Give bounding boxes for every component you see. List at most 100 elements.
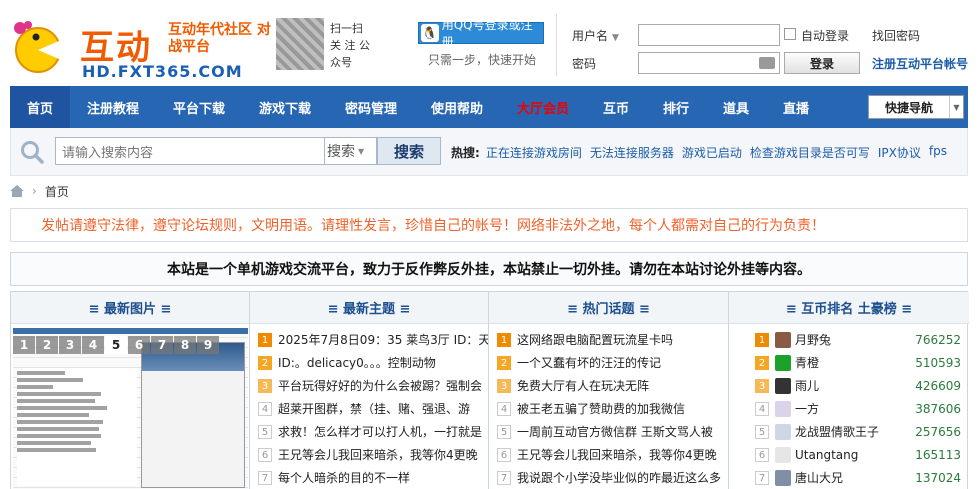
- list-item[interactable]: 6 王兄等会儿我回来暗杀，我等你4更晚: [497, 443, 728, 466]
- slide-page-button[interactable]: 2: [36, 336, 58, 354]
- user-name[interactable]: 月野兔: [795, 331, 831, 348]
- list-item[interactable]: 5 一周前互动官方微信群 王斯文骂人被: [497, 420, 728, 443]
- nav-item-items[interactable]: 道具: [706, 86, 766, 128]
- nav-item-platform-download[interactable]: 平台下载: [156, 86, 242, 128]
- user-name[interactable]: 青橙: [795, 354, 819, 371]
- coin-score: 510593: [915, 355, 961, 370]
- list-item[interactable]: 4 超莱开图群，禁（挂、赌、强退、游: [258, 397, 488, 420]
- rank-badge: 2: [497, 355, 511, 370]
- list-item[interactable]: 2 ID:。delicacy0。。。控制动物: [258, 351, 488, 374]
- qq-login-button[interactable]: 🐧 用QQ号登录或注册: [418, 18, 544, 49]
- panel-title: ≡ 热门话题 ≡: [489, 292, 728, 324]
- quick-nav-dropdown[interactable]: 快捷导航 ▼: [868, 95, 964, 119]
- hot-search-term[interactable]: fps: [929, 144, 947, 161]
- nav-item-ranking[interactable]: 排行: [646, 86, 706, 128]
- home-icon[interactable]: [10, 185, 24, 197]
- ranking-row[interactable]: 4 一方 387606: [747, 397, 969, 420]
- hot-search-term[interactable]: 检查游戏目录是否可写: [750, 144, 870, 161]
- slide-page-button-active[interactable]: 5: [105, 336, 127, 354]
- nav-item-vip[interactable]: 大厅会员: [500, 86, 586, 128]
- username-input[interactable]: [638, 24, 780, 46]
- list-item[interactable]: 7 我说跟个小学没毕业似的咋最近这么多: [497, 466, 728, 489]
- hot-search-list: 热搜: 正在连接游戏房间 无法连接服务器 游戏已启动 检查游戏目录是否可写 IP…: [451, 144, 947, 161]
- register-link[interactable]: 注册互动平台帐号: [872, 55, 968, 72]
- header-divider: [556, 14, 557, 76]
- hot-search-term[interactable]: 游戏已启动: [682, 144, 742, 161]
- slide-page-button[interactable]: 6: [128, 336, 150, 354]
- rank-badge: 6: [755, 447, 769, 462]
- rank-badge: 7: [755, 470, 769, 485]
- list-item[interactable]: 1 这网络跟电脑配置玩流星卡吗: [497, 328, 728, 351]
- slide-page-button[interactable]: 4: [82, 336, 104, 354]
- slide-page-button[interactable]: 1: [13, 336, 35, 354]
- breadcrumb-home[interactable]: 首页: [45, 183, 69, 200]
- password-input[interactable]: [638, 52, 780, 74]
- user-name[interactable]: 雨儿: [795, 377, 819, 394]
- keyboard-icon[interactable]: [759, 57, 775, 69]
- user-name[interactable]: Utangtang: [795, 448, 858, 462]
- ranking-row[interactable]: 2 青橙 510593: [747, 351, 969, 374]
- hot-topics-panel: ≡ 热门话题 ≡ 1 这网络跟电脑配置玩流星卡吗 2 一个又蠢有坏的汪汪的传记 3免…: [489, 292, 729, 489]
- avatar: [775, 331, 791, 348]
- list-item[interactable]: 3 平台玩得好好的为什么会被踢？强制会: [258, 374, 488, 397]
- ranking-row[interactable]: 6 Utangtang 165113: [747, 443, 969, 466]
- user-name[interactable]: 龙战盟倩歌王子: [795, 423, 879, 440]
- ranking-row[interactable]: 3 雨儿 426609: [747, 374, 969, 397]
- user-name[interactable]: 一方: [795, 400, 819, 417]
- rank-badge: 1: [497, 332, 511, 347]
- rank-badge: 2: [755, 355, 769, 370]
- slide-page-button[interactable]: 9: [197, 336, 219, 354]
- latest-topics-panel: ≡ 最新主题 ≡ 1 2025年7月8日09：35 莱鸟3厅 ID：天 2 ID:。…: [250, 292, 489, 489]
- nav-item-game-download[interactable]: 游戏下载: [242, 86, 328, 128]
- ranking-row[interactable]: 1 月野兔 766252: [747, 328, 969, 351]
- nav-item-coins[interactable]: 互币: [586, 86, 646, 128]
- slide-image-window: [141, 342, 245, 488]
- list-item[interactable]: 5 求救！怎么样才可以打人机，一打就是: [258, 420, 488, 443]
- coin-score: 387606: [915, 401, 961, 416]
- list-item[interactable]: 7 每个人暗杀的目的不一样: [258, 466, 488, 489]
- list-item[interactable]: 6 王兄等会儿我回来暗杀，我等你4更晚: [258, 443, 488, 466]
- nav-item-register-guide[interactable]: 注册教程: [70, 86, 156, 128]
- slide-page-button[interactable]: 3: [59, 336, 81, 354]
- rank-badge: 7: [497, 470, 511, 485]
- list-item[interactable]: 2 一个又蠢有坏的汪汪的传记: [497, 351, 728, 374]
- slide-page-button[interactable]: 7: [151, 336, 173, 354]
- auto-login-label: 自动登录: [801, 29, 850, 43]
- list-item[interactable]: 3 免费大厅有人在玩决无阵: [497, 374, 728, 397]
- coin-score: 165113: [915, 447, 961, 462]
- coin-score: 766252: [915, 332, 961, 347]
- search-icon: [21, 141, 44, 164]
- image-slideshow[interactable]: 1 2 3 4 5 6 7 8 9: [13, 328, 248, 489]
- panel-title: ≡ 最新图片 ≡: [11, 292, 249, 324]
- nav-item-live[interactable]: 直播: [766, 86, 826, 128]
- search-type-label: 搜索: [327, 144, 355, 160]
- logo-url: HD.FXT365.COM: [82, 62, 243, 81]
- search-input[interactable]: 请输入搜索内容: [55, 137, 325, 165]
- list-item[interactable]: 1 2025年7月8日09：35 莱鸟3厅 ID：天: [258, 328, 488, 351]
- qr-code-image: [276, 18, 324, 70]
- avatar: [775, 400, 791, 417]
- list-item[interactable]: 4 被王老五骗了赞助费的加我微信: [497, 397, 728, 420]
- search-button[interactable]: 搜索: [377, 137, 441, 165]
- coin-score: 257656: [915, 424, 961, 439]
- search-type-select[interactable]: 搜索 ▼: [325, 137, 377, 165]
- hot-search-term[interactable]: 正在连接游戏房间: [486, 144, 582, 161]
- slide-page-button[interactable]: 8: [174, 336, 196, 354]
- hot-search-term[interactable]: 无法连接服务器: [590, 144, 674, 161]
- auto-login-checkbox[interactable]: [784, 28, 796, 40]
- nav-item-help[interactable]: 使用帮助: [414, 86, 500, 128]
- site-logo[interactable]: 互动 互动年代社区 对战平台 HD.FXT365.COM: [8, 10, 271, 81]
- ranking-row[interactable]: 5 龙战盟倩歌王子 257656: [747, 420, 969, 443]
- user-name[interactable]: 唐山大兄: [795, 469, 843, 486]
- login-button[interactable]: 登录: [784, 52, 860, 74]
- username-label: 用户名 ▼: [572, 29, 619, 43]
- avatar: [775, 469, 791, 486]
- nav-item-password[interactable]: 密码管理: [328, 86, 414, 128]
- qq-login-label: 用QQ号登录或注册: [441, 18, 533, 49]
- find-password-link[interactable]: 找回密码: [872, 27, 920, 44]
- ranking-row[interactable]: 7 唐山大兄 137024: [747, 466, 969, 489]
- nav-item-home[interactable]: 首页: [10, 86, 70, 128]
- rank-badge: 6: [258, 447, 272, 462]
- coin-ranking-panel: ≡ 互币排名 土豪榜 ≡ 1 月野兔 766252 2 青橙 510593 3 雨儿 426…: [729, 292, 969, 489]
- hot-search-term[interactable]: IPX协议: [878, 144, 921, 161]
